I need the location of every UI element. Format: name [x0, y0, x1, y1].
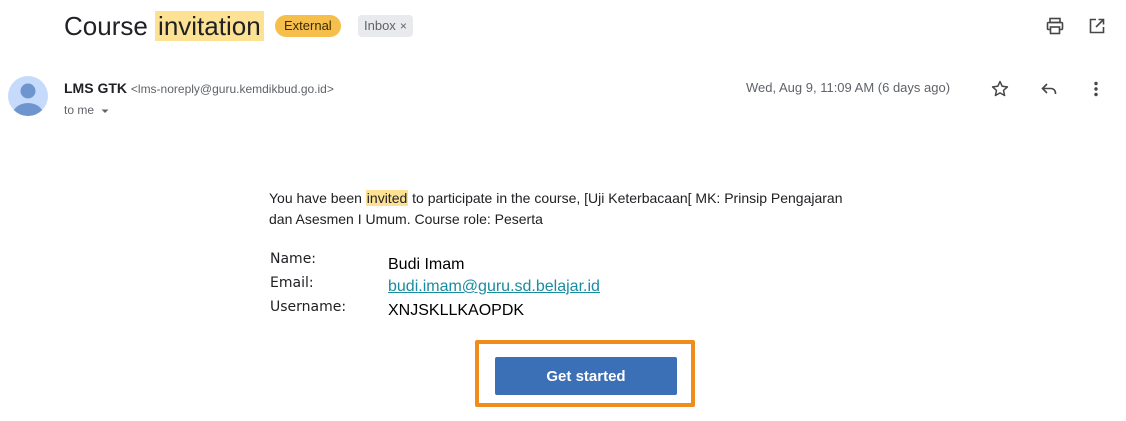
label-remove-icon[interactable]: × [400, 19, 407, 33]
label-inbox[interactable]: Inbox × [358, 15, 413, 37]
email-subject: Course invitation [64, 8, 264, 44]
sender: LMS GTK <lms-noreply@guru.kemdikbud.go.i… [64, 79, 334, 98]
field-label-email: Email: [270, 275, 314, 291]
sender-name[interactable]: LMS GTK [64, 80, 127, 96]
field-label-name: Name: [270, 251, 317, 267]
print-icon[interactable] [1043, 14, 1067, 38]
person-icon [13, 83, 43, 116]
open-in-new-window-icon[interactable] [1085, 14, 1109, 38]
field-value-name: Budi Imam [388, 256, 465, 273]
recipient-label: to me [64, 103, 95, 117]
field-value-username: XNJSKLLKAOPDK [388, 302, 525, 319]
message-intro: You have been invited to participate in … [269, 188, 869, 230]
more-vert-icon[interactable] [1084, 77, 1108, 101]
subject-highlight: invitation [155, 11, 264, 41]
chevron-down-icon[interactable] [100, 106, 110, 116]
reply-icon[interactable] [1037, 77, 1061, 101]
get-started-button[interactable]: Get started [495, 357, 677, 395]
recipient-details[interactable]: to me [64, 101, 110, 119]
star-icon[interactable] [988, 77, 1012, 101]
label-inbox-text: Inbox [364, 18, 396, 33]
subject-text: Course [64, 11, 156, 41]
sender-address: <lms-noreply@guru.kemdikbud.go.id> [130, 82, 334, 96]
intro-highlight: invited [365, 190, 409, 206]
avatar[interactable] [8, 76, 48, 116]
field-value-email-link[interactable]: budi.imam@guru.sd.belajar.id [388, 278, 600, 296]
intro-text: You have been [269, 190, 366, 206]
label-external: External [275, 15, 341, 37]
email-date: Wed, Aug 9, 11:09 AM (6 days ago) [746, 80, 951, 95]
field-label-username: Username: [270, 299, 347, 315]
